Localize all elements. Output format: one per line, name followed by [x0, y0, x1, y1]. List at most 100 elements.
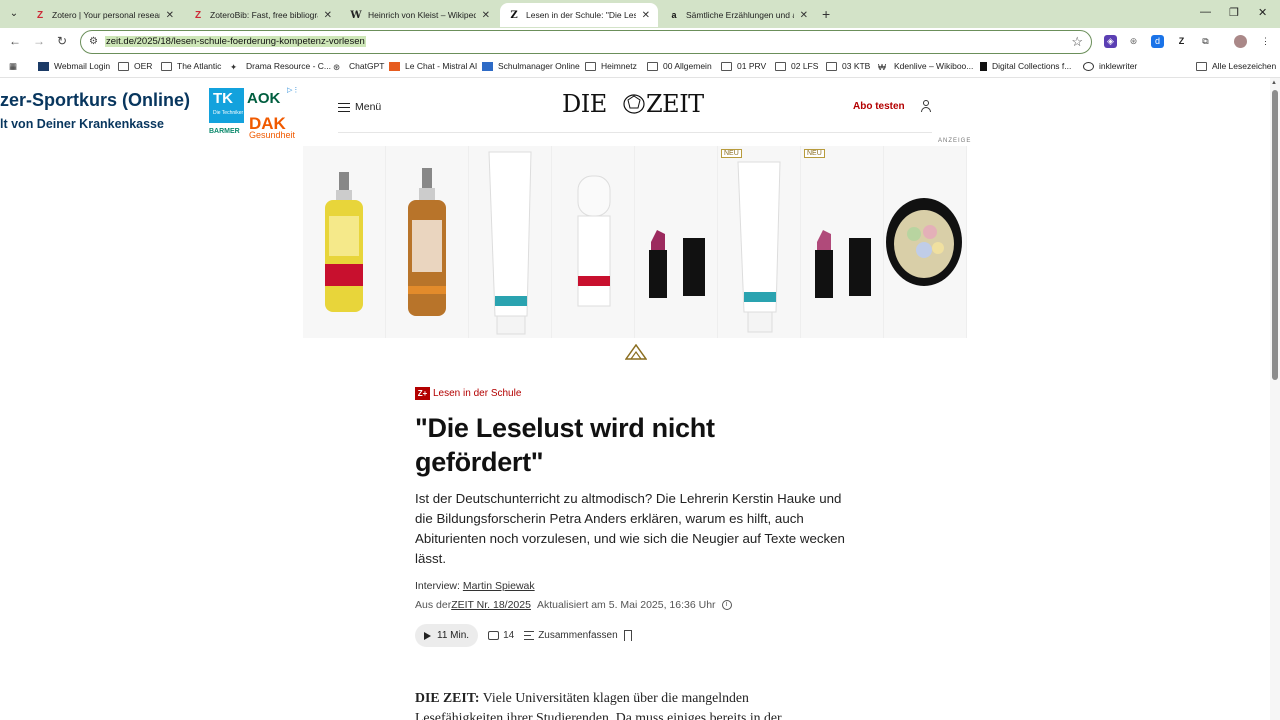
tab-amazon[interactable]: a Sämtliche Erzählungen und and ✕ [660, 3, 816, 27]
bookmark-schulmanager[interactable]: Schulmanager Online [482, 61, 580, 71]
product-deodorant[interactable] [552, 146, 635, 338]
ad-choices-icon[interactable]: ▷⋮ [287, 86, 299, 94]
tab-zeit-active[interactable]: Z Lesen in der Schule: "Die Leselu ✕ [500, 3, 658, 27]
bookmark-drama-resource[interactable]: ✦ Drama Resource - C... [230, 61, 331, 72]
reload-icon[interactable]: ↻ [57, 34, 67, 48]
cosmetics-ad[interactable]: NEU NEU [303, 146, 968, 338]
bookmark-le-chat[interactable]: Le Chat - Mistral AI [389, 61, 477, 71]
browser-toolbar: ← → ↻ ⚙ zeit.de/2025/18/lesen-schule-foe… [0, 28, 1280, 56]
author-link[interactable]: Martin Spiewak [463, 580, 535, 592]
address-bar[interactable]: ⚙ zeit.de/2025/18/lesen-schule-foerderun… [80, 30, 1092, 54]
all-bookmarks[interactable]: Alle Lesezeichen [1196, 61, 1276, 71]
wikipedia-icon: W [350, 9, 362, 21]
close-tab-icon[interactable]: ✕ [800, 10, 808, 21]
aok-logo: AOK [247, 90, 281, 107]
info-icon[interactable]: i [721, 600, 732, 610]
article-actions: 11 Min. 14 Zusammenfassen [415, 624, 632, 647]
bookmark-02-lfs[interactable]: 02 LFS [775, 61, 818, 71]
byline: Interview: Martin Spiewak [415, 580, 535, 592]
bookmark-kdenlive[interactable]: ₩ Kdenlive – Wikiboo... [878, 61, 973, 72]
product-lipstick[interactable] [635, 146, 718, 338]
url-text[interactable]: zeit.de/2025/18/lesen-schule-foerderung-… [105, 36, 366, 47]
bookmark-icon[interactable] [623, 630, 632, 641]
comment-icon [488, 631, 500, 640]
powder-compact-image [886, 198, 962, 286]
product-facial-tonic[interactable] [386, 146, 469, 338]
hamburger-menu-icon[interactable] [338, 103, 350, 112]
insurance-ad-banner[interactable]: zer-Sportkurs (Online) lt von Deiner Kra… [0, 82, 300, 142]
product-lipstick-2[interactable]: NEU [801, 146, 884, 338]
extensions-puzzle-icon[interactable]: ⧉ [1199, 35, 1212, 48]
bookmark-the-atlantic[interactable]: The Atlantic [161, 61, 221, 71]
folder-icon [161, 61, 172, 71]
scroll-up-icon[interactable]: ▲ [1271, 80, 1277, 86]
avatar[interactable] [1234, 35, 1247, 48]
toothpaste-image [737, 161, 781, 333]
bookmark-inklewriter[interactable]: inklewriter [1083, 61, 1137, 71]
cream-tube-image [488, 151, 532, 335]
new-tab-icon[interactable]: + [822, 6, 830, 22]
close-tab-icon[interactable]: ✕ [482, 10, 490, 21]
listen-button[interactable]: 11 Min. [415, 624, 479, 647]
article-headline: "Die Leselust wird nicht gefördert" [415, 413, 715, 477]
extension-icon[interactable]: d [1151, 35, 1164, 48]
bookmark-03-ktb[interactable]: 03 KTB [826, 61, 870, 71]
article-meta: Aus der ZEIT Nr. 18/2025 Aktualisiert am… [415, 599, 732, 611]
close-window-icon[interactable]: ✕ [1258, 6, 1267, 19]
webmail-icon [38, 61, 49, 71]
product-toothpaste[interactable]: NEU [718, 146, 801, 338]
extension-icon[interactable]: ⊛ [1127, 35, 1140, 48]
zeit-logo-wordmark: DIE ZEIT [562, 90, 705, 118]
bookmark-heimnetz[interactable]: Heimnetz [585, 61, 637, 71]
user-account-icon[interactable] [921, 100, 931, 112]
bookmark-oer[interactable]: OER [118, 61, 152, 71]
folder-icon [1196, 61, 1207, 71]
close-tab-icon[interactable]: ✕ [642, 10, 650, 21]
bookmark-01-prv[interactable]: 01 PRV [721, 61, 766, 71]
product-cream-tube[interactable] [469, 146, 552, 338]
zotero-connector-icon[interactable]: Z [1175, 35, 1188, 48]
bookmark-webmail[interactable]: Webmail Login [38, 61, 110, 71]
zotero-icon: Z [36, 9, 44, 21]
bookmark-digital-collections[interactable]: Digital Collections f... [980, 61, 1071, 71]
more-menu-icon[interactable]: ⋮ [1259, 35, 1272, 48]
lipstick-image [649, 230, 705, 298]
issue-link[interactable]: ZEIT Nr. 18/2025 [451, 599, 531, 611]
product-body-oil[interactable] [303, 146, 386, 338]
apps-grid-icon[interactable]: ▦ [9, 61, 17, 72]
scrollbar[interactable]: ▲ [1270, 78, 1280, 720]
bookmark-00-allgemein[interactable]: 00 Allgemein [647, 61, 712, 71]
summarize-button[interactable]: Zusammenfassen [524, 630, 618, 641]
bookmark-star-icon[interactable]: ☆ [1071, 34, 1083, 50]
bookmark-chatgpt[interactable]: ⊛ ChatGPT [333, 61, 384, 72]
scrollbar-thumb[interactable] [1272, 90, 1278, 380]
amazon-icon: a [671, 10, 677, 20]
minimize-icon[interactable]: — [1200, 6, 1211, 18]
close-tab-icon[interactable]: ✕ [166, 10, 174, 21]
menu-button[interactable]: Menü [355, 101, 381, 113]
subscribe-link[interactable]: Abo testen [853, 101, 905, 112]
summarize-icon [524, 631, 535, 640]
schulmanager-icon [482, 61, 493, 71]
tab-wikipedia[interactable]: W Heinrich von Kleist – Wikipedia ✕ [342, 3, 498, 27]
site-info-icon[interactable]: ⚙ [89, 36, 98, 47]
site-header: Menü DIE ZEIT Abo testen [338, 78, 932, 133]
svg-text:DIE: DIE [562, 90, 607, 118]
comments-button[interactable]: 14 [488, 630, 514, 641]
restore-icon[interactable]: ❐ [1229, 6, 1239, 19]
tk-logo: TK Die Techniker [209, 88, 244, 123]
kicker[interactable]: Z+ Lesen in der Schule [415, 387, 521, 400]
close-tab-icon[interactable]: ✕ [324, 10, 332, 21]
zeit-logo[interactable]: DIE ZEIT [562, 90, 710, 125]
ad-label: ANZEIGE [938, 138, 972, 144]
tab-zoterobib[interactable]: Z ZoteroBib: Fast, free bibliograph ✕ [184, 3, 340, 27]
back-icon[interactable]: ← [9, 34, 21, 48]
zoterobib-icon: Z [194, 9, 202, 21]
tab-search-chevron-icon[interactable]: ⌄ [6, 6, 22, 22]
product-powder[interactable] [884, 146, 967, 338]
tab-zotero[interactable]: Z Zotero | Your personal research ✕ [26, 3, 182, 27]
forward-icon[interactable]: → [33, 34, 45, 48]
extension-icon[interactable]: ◈ [1104, 35, 1117, 48]
tab-strip: ⌄ Z Zotero | Your personal research ✕ Z … [0, 0, 1280, 28]
svg-text:ZEIT: ZEIT [646, 90, 704, 118]
